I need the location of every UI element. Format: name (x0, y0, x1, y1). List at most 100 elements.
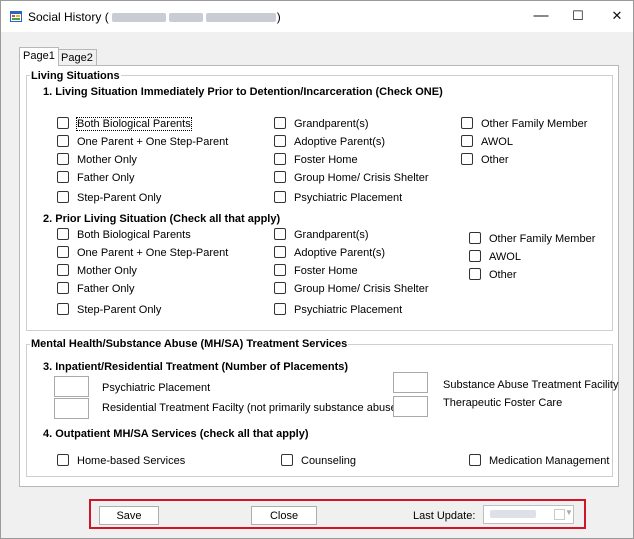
checkbox-label: AWOL (489, 251, 521, 263)
q2-step-parent-only[interactable]: Step-Parent Only (57, 303, 162, 317)
title-redacted-id (168, 13, 203, 23)
q2-group-home[interactable]: Group Home/ Crisis Shelter (274, 282, 429, 296)
q1-psychiatric-placement[interactable]: Psychiatric Placement (274, 191, 403, 205)
checkbox[interactable] (57, 282, 69, 295)
title-redacted-name (111, 13, 166, 23)
mhsa-legend: Mental Health/Substance Abuse (MH/SA) Tr… (30, 338, 349, 350)
checkbox-label: Medication Management (489, 455, 610, 467)
q1-step-parent-only[interactable]: Step-Parent Only (57, 191, 161, 205)
checkbox[interactable] (461, 153, 473, 166)
q2-other-family-member[interactable]: Other Family Member (469, 232, 596, 246)
q1-other-family-member[interactable]: Other Family Member (461, 117, 588, 131)
q2-awol[interactable]: AWOL (469, 250, 521, 264)
checkbox[interactable] (274, 264, 286, 277)
checkbox-label: Psychiatric Placement (294, 304, 403, 316)
checkbox-label: Group Home/ Crisis Shelter (294, 172, 429, 184)
q2-one-parent-step-parent[interactable]: One Parent + One Step-Parent (57, 246, 228, 260)
save-button[interactable]: Save (99, 506, 159, 525)
checkbox[interactable] (274, 282, 286, 295)
q3-heading: 3. Inpatient/Residential Treatment (Numb… (43, 361, 349, 373)
minimize-button[interactable]: — (521, 5, 561, 27)
q1-one-parent-step-parent[interactable]: One Parent + One Step-Parent (57, 135, 229, 149)
q1-other[interactable]: Other (461, 153, 509, 167)
checkbox-label: Father Only (77, 172, 135, 184)
q1-father-only[interactable]: Father Only (57, 171, 135, 185)
checkbox[interactable] (469, 250, 481, 263)
checkbox[interactable] (274, 303, 286, 316)
q2-both-biological-parents[interactable]: Both Biological Parents (57, 228, 191, 242)
title-suffix: ) (276, 10, 281, 24)
q2-father-only[interactable]: Father Only (57, 282, 135, 296)
q4-medication-management[interactable]: Medication Management (469, 454, 610, 468)
checkbox-label: Other (489, 269, 517, 281)
checkbox[interactable] (461, 117, 473, 130)
checkbox-label: Step-Parent Only (77, 304, 162, 316)
q1-adoptive-parents[interactable]: Adoptive Parent(s) (274, 135, 385, 149)
q1-mother-only[interactable]: Mother Only (57, 153, 137, 167)
checkbox[interactable] (281, 454, 293, 467)
checkbox[interactable] (57, 264, 69, 277)
page1-panel: Living Situations 1. Living Situation Im… (19, 65, 619, 487)
q2-adoptive-parents[interactable]: Adoptive Parent(s) (274, 246, 386, 260)
checkbox-label: Father Only (77, 283, 135, 295)
q1-grandparents[interactable]: Grandparent(s) (274, 117, 369, 131)
checkbox-label: Mother Only (77, 154, 137, 166)
q2-grandparents[interactable]: Grandparent(s) (274, 228, 369, 242)
app-icon (10, 11, 22, 22)
q4-home-based-services[interactable]: Home-based Services (57, 454, 185, 468)
q2-psychiatric-placement[interactable]: Psychiatric Placement (274, 303, 403, 317)
residential-treatment-label: Residential Treatment Facilty (not prima… (102, 402, 401, 414)
checkbox-label: Foster Home (294, 154, 358, 166)
q2-other[interactable]: Other (469, 268, 517, 282)
checkbox[interactable] (57, 117, 69, 130)
checkbox[interactable] (274, 228, 286, 241)
calendar-icon (554, 509, 565, 520)
last-update-date-picker[interactable]: ▼ (483, 505, 574, 524)
checkbox[interactable] (57, 454, 69, 467)
checkbox[interactable] (274, 135, 286, 148)
checkbox[interactable] (57, 153, 69, 166)
q1-foster-home[interactable]: Foster Home (274, 153, 358, 167)
q1-group-home[interactable]: Group Home/ Crisis Shelter (274, 171, 429, 185)
therapeutic-foster-count-input[interactable] (393, 396, 428, 417)
checkbox[interactable] (469, 232, 481, 245)
substance-abuse-count-input[interactable] (393, 372, 428, 393)
psychiatric-placement-count-input[interactable] (54, 376, 89, 397)
q1-awol[interactable]: AWOL (461, 135, 513, 149)
checkbox[interactable] (57, 228, 69, 241)
checkbox[interactable] (461, 135, 473, 148)
checkbox-label: Other Family Member (489, 233, 596, 245)
close-button[interactable]: Close (251, 506, 317, 525)
checkbox-label: Adoptive Parent(s) (294, 247, 386, 259)
close-window-button[interactable]: ✕ (597, 5, 634, 27)
q2-foster-home[interactable]: Foster Home (274, 264, 358, 278)
checkbox[interactable] (274, 171, 286, 184)
checkbox[interactable] (274, 153, 286, 166)
checkbox[interactable] (57, 171, 69, 184)
checkbox[interactable] (469, 454, 481, 467)
q4-heading: 4. Outpatient MH/SA Services (check all … (43, 428, 309, 440)
checkbox-label: Other Family Member (481, 118, 588, 130)
q4-counseling[interactable]: Counseling (281, 454, 357, 468)
checkbox-label: Other (481, 154, 509, 166)
q2-mother-only[interactable]: Mother Only (57, 264, 137, 278)
checkbox-label: Psychiatric Placement (294, 192, 403, 204)
substance-abuse-label: Substance Abuse Treatment Facility (443, 379, 619, 391)
tab-page2[interactable]: Page2 (57, 49, 97, 66)
social-history-window: Social History () — ☐ ✕ Page1 Page2 Livi… (0, 0, 634, 539)
checkbox-label: One Parent + One Step-Parent (77, 136, 229, 148)
checkbox-label: Counseling (301, 455, 357, 467)
tab-page1[interactable]: Page1 (19, 47, 59, 66)
residential-treatment-count-input[interactable] (54, 398, 89, 419)
checkbox[interactable] (274, 117, 286, 130)
checkbox[interactable] (57, 135, 69, 148)
checkbox[interactable] (57, 303, 69, 316)
checkbox-label: Grandparent(s) (294, 229, 369, 241)
q1-both-biological-parents[interactable]: Both Biological Parents (57, 117, 192, 131)
checkbox[interactable] (469, 268, 481, 281)
checkbox[interactable] (274, 191, 286, 204)
maximize-button[interactable]: ☐ (558, 5, 598, 27)
checkbox[interactable] (57, 246, 69, 259)
checkbox[interactable] (274, 246, 286, 259)
checkbox[interactable] (57, 191, 69, 204)
